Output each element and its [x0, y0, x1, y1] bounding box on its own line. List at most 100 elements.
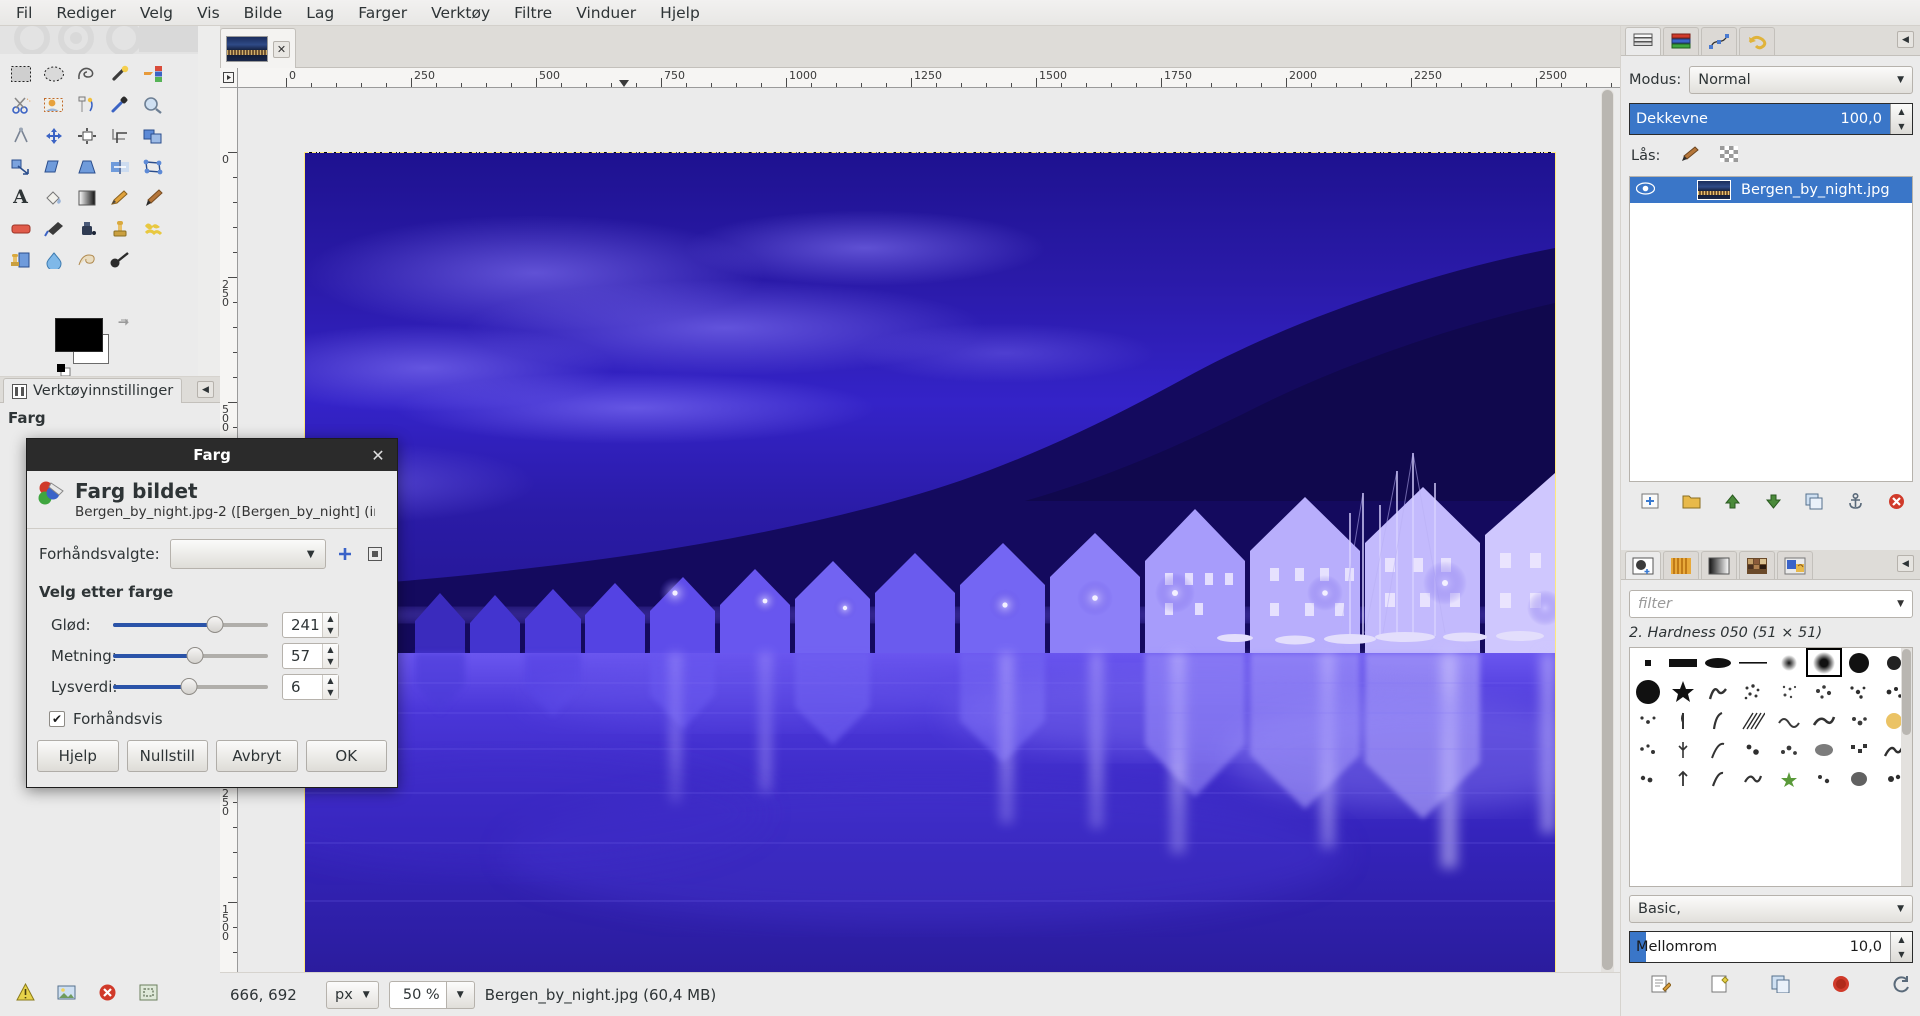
image-icon[interactable] — [57, 983, 76, 1006]
text-icon[interactable]: A — [4, 182, 37, 213]
heal-icon[interactable] — [136, 213, 169, 244]
brush-item[interactable] — [1842, 648, 1877, 677]
brush-item[interactable] — [1665, 764, 1700, 793]
flip-icon[interactable] — [103, 151, 136, 182]
anchor-layer-button[interactable] — [1846, 492, 1865, 514]
brush-item[interactable] — [1806, 764, 1841, 793]
help-button[interactable]: Hjelp — [37, 740, 119, 772]
brush-item[interactable] — [1665, 648, 1700, 677]
gradients-tab[interactable] — [1701, 551, 1737, 579]
brush-grid-container[interactable] — [1629, 647, 1913, 887]
paintbrush-icon[interactable] — [136, 182, 169, 213]
eraser-icon[interactable] — [4, 213, 37, 244]
hue-spinbox[interactable]: 241 ▲ ▼ — [282, 611, 339, 638]
unit-selector[interactable]: px ▼ — [326, 980, 379, 1009]
brush-item[interactable] — [1771, 764, 1806, 793]
ellipse-select-icon[interactable] — [37, 58, 70, 89]
brush-item[interactable] — [1806, 706, 1841, 735]
brush-item-selected[interactable] — [1806, 648, 1842, 677]
duplicate-layer-button[interactable] — [1805, 493, 1824, 514]
brush-item[interactable] — [1630, 735, 1665, 764]
move-icon[interactable] — [37, 120, 70, 151]
brush-item[interactable] — [1842, 677, 1877, 706]
new-group-button[interactable] — [1682, 493, 1701, 514]
brush-item[interactable] — [1842, 735, 1877, 764]
brush-grid-scrollbar[interactable] — [1901, 648, 1912, 886]
cancel-button[interactable]: Avbryt — [216, 740, 298, 772]
menu-verktoy[interactable]: Verktøy — [419, 1, 502, 25]
preview-checkbox[interactable]: ✔ — [49, 711, 65, 727]
new-layer-button[interactable] — [1641, 493, 1660, 514]
crop-icon[interactable] — [103, 120, 136, 151]
rect-select-icon[interactable] — [4, 58, 37, 89]
scissors-select-icon[interactable] — [4, 89, 37, 120]
menu-vinduer[interactable]: Vinduer — [564, 1, 648, 25]
image-canvas[interactable] — [304, 152, 1556, 979]
foreground-select-icon[interactable] — [37, 89, 70, 120]
navigation-icon[interactable] — [139, 983, 158, 1006]
brush-item[interactable] — [1771, 706, 1806, 735]
perspective-icon[interactable] — [70, 151, 103, 182]
preview-row[interactable]: ✔ Forhåndsvis — [49, 710, 385, 728]
saturation-slider[interactable] — [113, 646, 268, 666]
brush-item[interactable] — [1736, 677, 1771, 706]
brush-item[interactable] — [1806, 677, 1841, 706]
edit-brush-button[interactable] — [1651, 975, 1672, 997]
lightness-slider[interactable] — [113, 677, 268, 697]
brush-item[interactable] — [1630, 677, 1665, 706]
clone-icon[interactable] — [103, 213, 136, 244]
layer-item[interactable]: Bergen_by_night.jpg — [1630, 177, 1912, 203]
brush-item[interactable] — [1736, 706, 1771, 735]
brush-item[interactable] — [1665, 735, 1700, 764]
brush-item[interactable] — [1665, 706, 1700, 735]
lock-pixels-icon[interactable] — [1680, 145, 1700, 167]
cancel-icon[interactable] — [98, 983, 117, 1006]
hue-slider[interactable] — [113, 615, 268, 635]
canvas-vertical-scrollbar[interactable] — [1601, 89, 1614, 997]
gradient-icon[interactable] — [70, 182, 103, 213]
brush-item[interactable] — [1736, 648, 1771, 677]
patterns-tab[interactable] — [1663, 551, 1699, 579]
delete-layer-button[interactable] — [1887, 493, 1906, 514]
color-area[interactable] — [55, 318, 129, 377]
swap-colors-icon[interactable] — [117, 318, 133, 334]
brush-item[interactable] — [1842, 764, 1877, 793]
scale-icon[interactable] — [4, 151, 37, 182]
zoom-dropdown-button[interactable]: ▼ — [446, 980, 475, 1009]
brush-item[interactable] — [1806, 735, 1841, 764]
menu-filtre[interactable]: Filtre — [502, 1, 564, 25]
foreground-color-swatch[interactable] — [55, 318, 103, 352]
fuzzy-select-icon[interactable] — [103, 58, 136, 89]
hue-stepper[interactable]: ▲ ▼ — [322, 612, 338, 637]
fonts-tab[interactable] — [1777, 551, 1813, 579]
brush-filter-input[interactable]: filter ▼ — [1629, 590, 1913, 618]
brush-item[interactable] — [1630, 764, 1665, 793]
airbrush-icon[interactable] — [37, 213, 70, 244]
menu-hjelp[interactable]: Hjelp — [648, 1, 712, 25]
blur-sharpen-icon[interactable] — [37, 244, 70, 275]
layers-dock-menu-icon[interactable]: ◀ — [1897, 31, 1914, 48]
perspective-clone-icon[interactable] — [4, 244, 37, 275]
brush-item[interactable] — [1701, 706, 1736, 735]
refresh-brushes-button[interactable] — [1891, 975, 1911, 997]
dodge-burn-icon[interactable] — [103, 244, 136, 275]
lock-alpha-icon[interactable] — [1720, 146, 1739, 166]
saturation-stepper[interactable]: ▲ ▼ — [322, 643, 338, 668]
canvas-viewport[interactable] — [239, 89, 1600, 997]
undo-history-tab[interactable] — [1739, 27, 1775, 55]
free-select-icon[interactable] — [70, 58, 103, 89]
select-by-color-icon[interactable] — [136, 58, 169, 89]
alignment-icon[interactable] — [70, 120, 103, 151]
cage-transform-icon[interactable] — [136, 151, 169, 182]
delete-brush-button[interactable] — [1831, 975, 1851, 997]
horizontal-ruler[interactable]: 0 250 500 750 1000 1250 1500 1750 2000 2250 2500 — [238, 68, 1620, 88]
paths-icon[interactable] — [70, 89, 103, 120]
menu-rediger[interactable]: Rediger — [44, 1, 128, 25]
color-picker-icon[interactable] — [103, 89, 136, 120]
reset-button[interactable]: Nullstill — [126, 740, 208, 772]
brushes-dock-menu-icon[interactable]: ◀ — [1897, 555, 1914, 572]
brush-item[interactable] — [1665, 677, 1700, 706]
brush-spacing-slider[interactable]: Mellomrom 10,0 ▲ ▼ — [1629, 931, 1913, 963]
new-brush-button[interactable] — [1711, 975, 1731, 997]
rotate-icon[interactable] — [136, 120, 169, 151]
